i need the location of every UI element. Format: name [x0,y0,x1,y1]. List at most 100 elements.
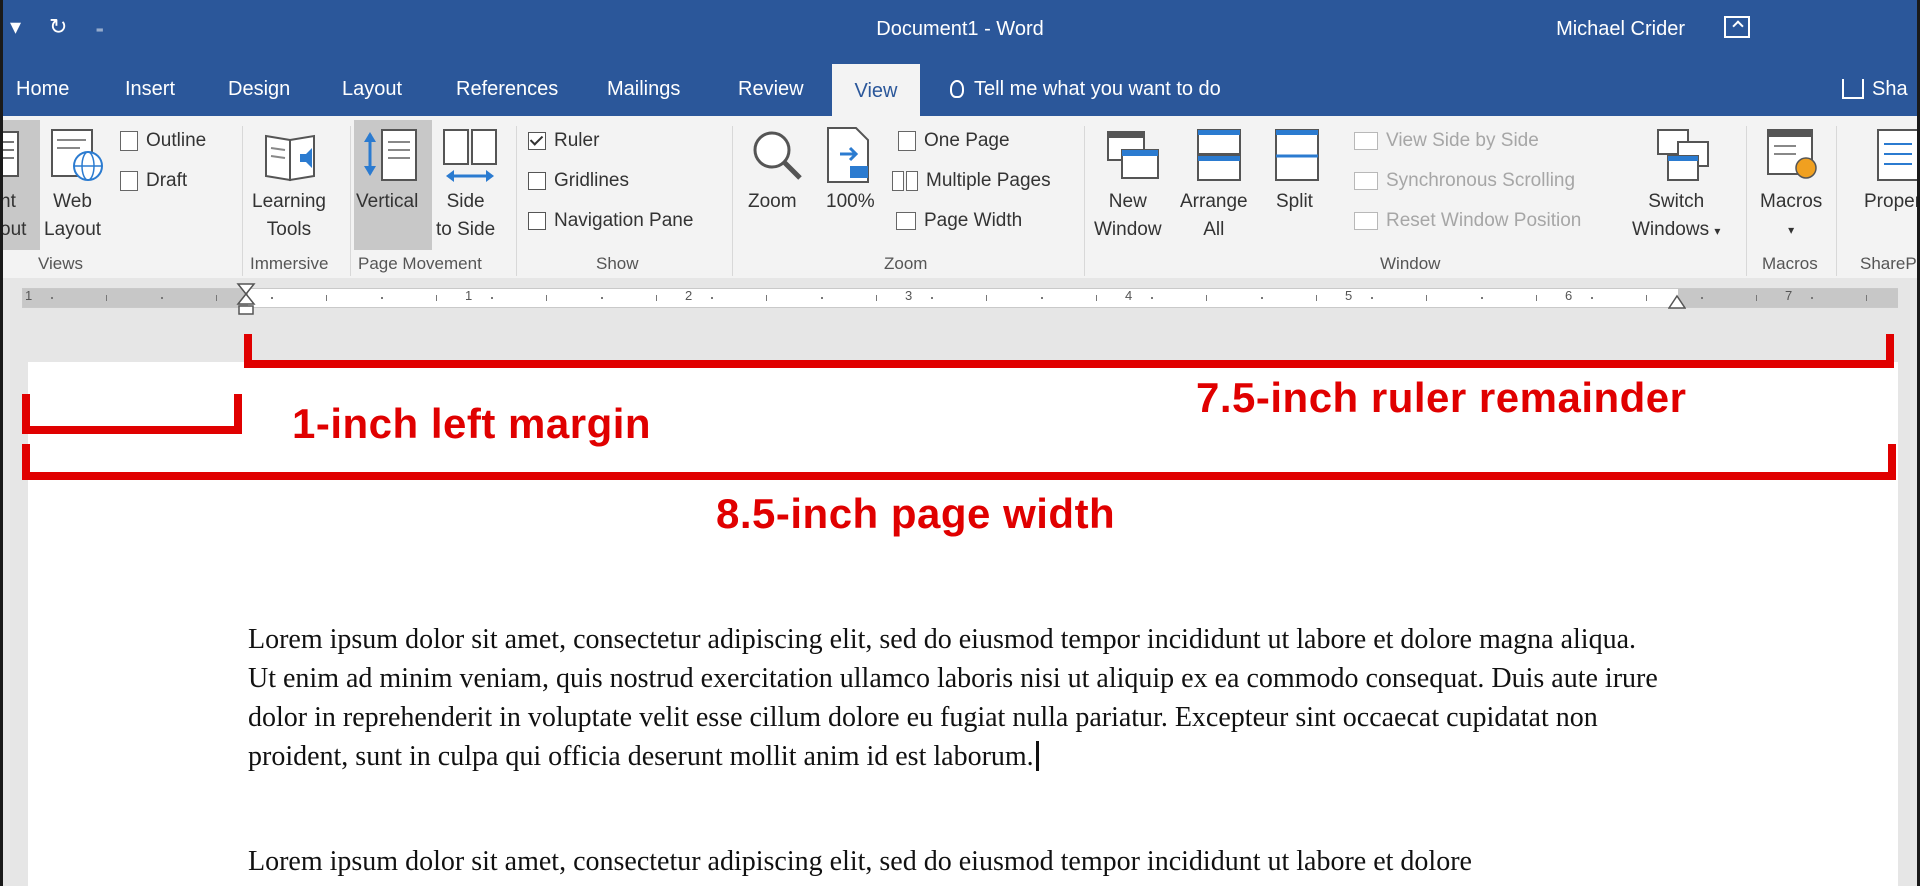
page-width-annotation: 8.5-inch page width [716,490,1116,537]
ruler-tick [1811,297,1813,299]
learning-tools-label[interactable]: Learning Tools [252,188,326,244]
ribbon-display-options-icon[interactable] [1724,16,1750,38]
ruler-tick [1206,295,1207,301]
ruler-tick [51,297,53,299]
tab-home[interactable]: Home [16,62,69,116]
tab-design[interactable]: Design [228,62,290,116]
zoom-magnifier-icon[interactable] [750,128,806,184]
ruler-tick [1701,297,1703,299]
multiple-pages-button[interactable]: Multiple Pages [892,170,1051,192]
zoom-group-label: Zoom [884,254,928,273]
ruler-number: 1 [25,288,33,303]
indent-marker-icon[interactable] [236,282,258,324]
ruler-tick [161,297,163,299]
ruler-checkbox[interactable]: Ruler [528,130,599,152]
navigation-pane-checkbox[interactable]: Navigation Pane [528,210,693,232]
vertical-icon[interactable] [362,128,422,184]
arrange-all-label[interactable]: Arrange All [1180,188,1248,244]
ruler-tick [326,295,327,301]
page-width-bracket [22,472,1896,480]
ruler-tick [381,297,383,299]
ruler-remainder-bracket-left [244,334,252,368]
share-icon [1842,79,1864,99]
tab-review[interactable]: Review [738,62,804,116]
document-paragraph[interactable]: Lorem ipsum dolor sit amet, consectetur … [248,842,1658,881]
user-name[interactable]: Michael Crider [1556,18,1685,41]
group-separator [1746,126,1747,276]
macros-dropdown-icon[interactable]: ▾ [1760,216,1822,244]
left-margin-bracket-right [234,394,242,434]
gridlines-check-icon[interactable] [528,172,546,190]
ribbon-view: nt out Web Layout Outline Draft Views Le… [0,116,1920,279]
switch-windows-label[interactable]: Switch Windows ▾ [1632,188,1720,245]
side-to-side-icon[interactable] [442,128,502,184]
ruler-check-icon[interactable] [528,132,546,150]
tab-references[interactable]: References [456,62,558,116]
ruler-tick [1316,295,1317,301]
vertical-label[interactable]: Vertical [356,188,418,216]
left-margin-bracket [22,426,242,434]
tab-mailings[interactable]: Mailings [607,62,680,116]
new-window-icon[interactable] [1106,128,1162,184]
split-icon[interactable] [1274,128,1324,184]
ruler-tick [106,295,107,301]
split-label[interactable]: Split [1276,188,1313,216]
document-paragraph[interactable]: Lorem ipsum dolor sit amet, consectetur … [248,620,1658,776]
properties-icon[interactable] [1876,128,1920,184]
zoom-100-icon[interactable] [826,126,876,186]
macros-label[interactable]: Macros ▾ [1760,188,1822,244]
ruler-tick [1481,297,1483,299]
switch-windows-icon[interactable] [1656,128,1712,184]
ruler-tick [1591,297,1593,299]
share-button[interactable]: Sha [1842,62,1908,116]
ruler-number: 7 [1785,288,1793,303]
ruler-number: 4 [1125,288,1133,303]
new-window-label[interactable]: New Window [1094,188,1162,244]
ruler-tick [986,295,987,301]
right-indent-marker-icon[interactable] [1668,292,1686,310]
outline-button[interactable]: Outline [120,130,206,152]
learning-tools-icon[interactable] [262,128,322,184]
gridlines-checkbox[interactable]: Gridlines [528,170,629,192]
views-group-label: Views [38,254,84,273]
print-layout-label[interactable]: nt out [0,188,26,244]
immersive-group-label: Immersive [250,254,329,273]
tab-layout[interactable]: Layout [342,62,402,116]
print-layout-icon[interactable] [0,130,22,180]
horizontal-ruler[interactable]: 1 1 2 3 4 5 6 7 [22,288,1898,308]
web-layout-icon[interactable] [50,128,106,184]
view-side-by-side-button[interactable]: View Side by Side [1354,130,1539,152]
web-layout-label[interactable]: Web Layout [44,188,101,244]
ruler-left-margin [23,289,248,307]
side-to-side-label[interactable]: Side to Side [436,188,495,244]
zoom-label[interactable]: Zoom [748,188,797,216]
tab-view[interactable]: View [832,64,920,118]
arrange-all-icon[interactable] [1196,128,1246,184]
navigation-pane-check-icon[interactable] [528,212,546,230]
tell-me-search[interactable]: Tell me what you want to do [950,62,1221,116]
reset-window-position-button[interactable]: Reset Window Position [1354,210,1581,232]
page-width-button[interactable]: Page Width [896,210,1022,232]
group-separator [1836,126,1837,276]
ruler-tick [601,297,603,299]
page-width-bracket-left [22,444,30,480]
sharepoint-group-label: SharePo [1860,254,1920,273]
properties-label[interactable]: Proper [1864,188,1920,216]
macros-icon[interactable] [1766,128,1822,184]
text-cursor [1035,741,1039,771]
share-label: Sha [1872,78,1908,100]
view-side-by-side-icon [1354,132,1378,150]
left-margin-bracket-left [22,394,30,434]
ruler-tick [766,295,767,301]
ruler-number: 1 [465,288,473,303]
synchronous-scrolling-button[interactable]: Synchronous Scrolling [1354,170,1575,192]
ruler-tick [1646,295,1647,301]
title-bar: ▾ ↻ ₌ Document1 - Word Michael Crider [0,0,1920,62]
ruler-tick [821,297,823,299]
draft-button[interactable]: Draft [120,170,187,192]
ruler-number: 3 [905,288,913,303]
one-page-button[interactable]: One Page [898,130,1010,152]
zoom-100-label[interactable]: 100% [826,188,875,216]
tab-insert[interactable]: Insert [125,62,175,116]
switch-windows-dropdown-icon[interactable]: ▾ [1714,224,1720,238]
